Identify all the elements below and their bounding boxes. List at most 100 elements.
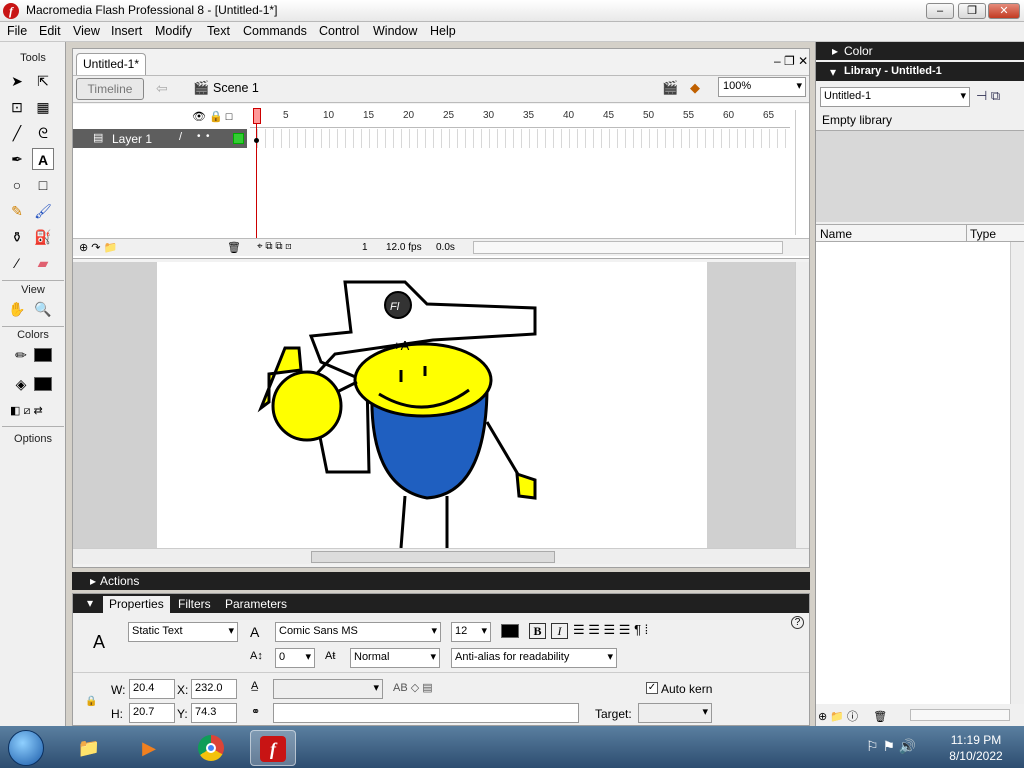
column-type[interactable]: Type bbox=[970, 227, 996, 241]
tracking-field[interactable]: 0 bbox=[275, 648, 315, 668]
font-select[interactable]: Comic Sans MS bbox=[275, 622, 441, 642]
library-hscroll[interactable] bbox=[910, 709, 1010, 721]
library-vscroll[interactable] bbox=[1010, 242, 1024, 704]
library-footer-icons[interactable]: ⊕ 📁 ⓘ 🗑 bbox=[818, 708, 887, 724]
fill-transform-icon[interactable]: ▦ bbox=[32, 96, 54, 118]
tab-properties[interactable]: Properties bbox=[103, 596, 170, 613]
minimize-button[interactable]: – bbox=[926, 3, 954, 19]
help-icon[interactable]: ? bbox=[791, 616, 804, 629]
bold-button[interactable]: B bbox=[529, 623, 546, 639]
menu-text[interactable]: Text bbox=[207, 24, 230, 38]
menu-help[interactable]: Help bbox=[430, 24, 456, 38]
stroke-color-icon[interactable]: ✏ bbox=[10, 344, 32, 366]
text-tool-icon[interactable]: A bbox=[32, 148, 54, 170]
oval-tool-icon[interactable]: ○ bbox=[6, 174, 28, 196]
line-tool-icon[interactable]: ╱ bbox=[6, 122, 28, 144]
file-explorer-icon[interactable]: 📁 bbox=[66, 730, 112, 766]
stroke-color-swatch[interactable] bbox=[34, 348, 52, 362]
ink-bottle-icon[interactable]: ⚱ bbox=[6, 226, 28, 248]
eyedropper-icon[interactable]: ⁄ bbox=[6, 252, 28, 274]
font-size-field[interactable]: 12 bbox=[451, 622, 491, 642]
maximize-button[interactable]: ❐ bbox=[958, 3, 986, 19]
collapse-arrow-icon[interactable]: ▾ bbox=[87, 596, 93, 610]
cartoon-drawing[interactable]: Fl +A bbox=[157, 262, 707, 548]
tab-parameters[interactable]: Parameters bbox=[225, 597, 287, 611]
height-field[interactable]: 20.7 bbox=[129, 703, 175, 723]
pen-tool-icon[interactable]: ✒ bbox=[6, 148, 28, 170]
flash-icon[interactable]: f bbox=[3, 3, 19, 19]
close-button[interactable]: ✕ bbox=[988, 3, 1020, 19]
menu-file[interactable]: File bbox=[7, 24, 27, 38]
menu-edit[interactable]: Edit bbox=[39, 24, 61, 38]
layer-dots[interactable]: • • bbox=[197, 131, 210, 142]
eraser-icon[interactable]: ▰ bbox=[32, 252, 54, 274]
menu-modify[interactable]: Modify bbox=[155, 24, 192, 38]
hscroll-thumb[interactable] bbox=[311, 551, 555, 563]
stage-hscroll[interactable] bbox=[73, 548, 809, 564]
menu-view[interactable]: View bbox=[73, 24, 100, 38]
trash-icon[interactable]: 🗑 bbox=[227, 241, 241, 254]
playhead[interactable] bbox=[253, 108, 261, 254]
zoom-select[interactable]: 100% bbox=[718, 77, 806, 97]
text-color-swatch[interactable] bbox=[501, 624, 519, 638]
clock-time[interactable]: 11:19 PM bbox=[944, 733, 1008, 747]
add-layer-icon[interactable]: ⊕ ↷ 📁 bbox=[79, 241, 117, 254]
tray-icons[interactable]: ⚐ ⚑ 🔊 bbox=[866, 738, 916, 755]
target-select[interactable] bbox=[638, 703, 712, 723]
color-options-icon[interactable]: ◧ ⧄ ⇄ bbox=[10, 404, 43, 418]
align-icons[interactable]: ☰ ☰ ☰ ☰ ¶ ⁞ bbox=[573, 622, 648, 638]
text-options-icons[interactable]: AB ◇ ▤ bbox=[393, 681, 433, 694]
paint-bucket-icon[interactable]: ⛽ bbox=[32, 226, 54, 248]
lock-icon[interactable]: 🔒 bbox=[85, 696, 97, 707]
zoom-tool-icon[interactable]: 🔍 bbox=[32, 298, 54, 320]
fill-color-icon[interactable]: ◈ bbox=[10, 373, 32, 395]
character-position-select[interactable]: Normal bbox=[350, 648, 440, 668]
rectangle-tool-icon[interactable]: □ bbox=[32, 174, 54, 196]
library-select[interactable]: Untitled-1 bbox=[820, 87, 970, 107]
library-pin-icons[interactable]: ⊣ ⧉ bbox=[976, 88, 1000, 104]
library-panel-header[interactable]: ▾ Library - Untitled-1 bbox=[816, 62, 1024, 81]
tab-filters[interactable]: Filters bbox=[178, 597, 211, 611]
subselect-tool-icon[interactable]: ⇱ bbox=[32, 70, 54, 92]
menu-commands[interactable]: Commands bbox=[243, 24, 307, 38]
back-arrow-icon[interactable]: ⇦ bbox=[156, 80, 168, 97]
text-type-select[interactable]: Static Text bbox=[128, 622, 238, 642]
actions-panel-header[interactable]: ▸ Actions bbox=[72, 572, 810, 590]
timeline-button[interactable]: Timeline bbox=[76, 78, 144, 100]
clock-date[interactable]: 8/10/2022 bbox=[944, 749, 1008, 763]
column-name[interactable]: Name bbox=[820, 227, 852, 241]
timeline-hscroll[interactable] bbox=[473, 241, 783, 254]
color-panel-header[interactable]: ▸ Color bbox=[816, 42, 1024, 60]
timeline-vscroll[interactable] bbox=[795, 110, 807, 235]
frame-cells[interactable] bbox=[250, 129, 790, 148]
arrow-tool-icon[interactable]: ➤ bbox=[6, 70, 28, 92]
stage[interactable]: Fl +A bbox=[157, 262, 707, 548]
hand-tool-icon[interactable]: ✋ bbox=[6, 298, 28, 320]
edit-symbol-icon[interactable]: ◆ bbox=[690, 80, 700, 96]
width-field[interactable]: 20.4 bbox=[129, 679, 175, 699]
pencil-tool-icon[interactable]: ✎ bbox=[6, 200, 28, 222]
stage-vscroll[interactable] bbox=[795, 262, 809, 548]
scene-label[interactable]: Scene 1 bbox=[213, 81, 259, 95]
document-tab[interactable]: Untitled-1* bbox=[76, 53, 146, 75]
free-transform-icon[interactable]: ⊡ bbox=[6, 96, 28, 118]
italic-button[interactable]: I bbox=[551, 623, 568, 639]
doc-window-controls[interactable]: – ❐ ✕ bbox=[774, 54, 808, 68]
library-list[interactable] bbox=[816, 242, 1024, 704]
menu-control[interactable]: Control bbox=[319, 24, 359, 38]
onion-skin-icons[interactable]: ⌖ ⧉ ⧉ ⊡ bbox=[257, 241, 292, 252]
outline-color-swatch[interactable] bbox=[233, 133, 244, 144]
x-field[interactable]: 232.0 bbox=[191, 679, 237, 699]
lasso-tool-icon[interactable]: ᘓ bbox=[32, 122, 54, 144]
flash-taskbar-icon[interactable]: f bbox=[250, 730, 296, 766]
instance-name-field[interactable] bbox=[273, 679, 383, 699]
auto-kern-checkbox[interactable]: ✓ bbox=[646, 682, 658, 694]
menu-insert[interactable]: Insert bbox=[111, 24, 142, 38]
antialias-select[interactable]: Anti-alias for readability bbox=[451, 648, 617, 668]
url-field[interactable] bbox=[273, 703, 579, 723]
layer-toggle-icons[interactable]: 👁 🔒 □ bbox=[192, 110, 232, 123]
edit-scene-icon[interactable]: 🎬 bbox=[662, 80, 678, 96]
fill-color-swatch[interactable] bbox=[34, 377, 52, 391]
brush-tool-icon[interactable]: 🖌 bbox=[32, 200, 54, 222]
layer-row[interactable]: ▤ Layer 1 / • • bbox=[73, 129, 247, 148]
